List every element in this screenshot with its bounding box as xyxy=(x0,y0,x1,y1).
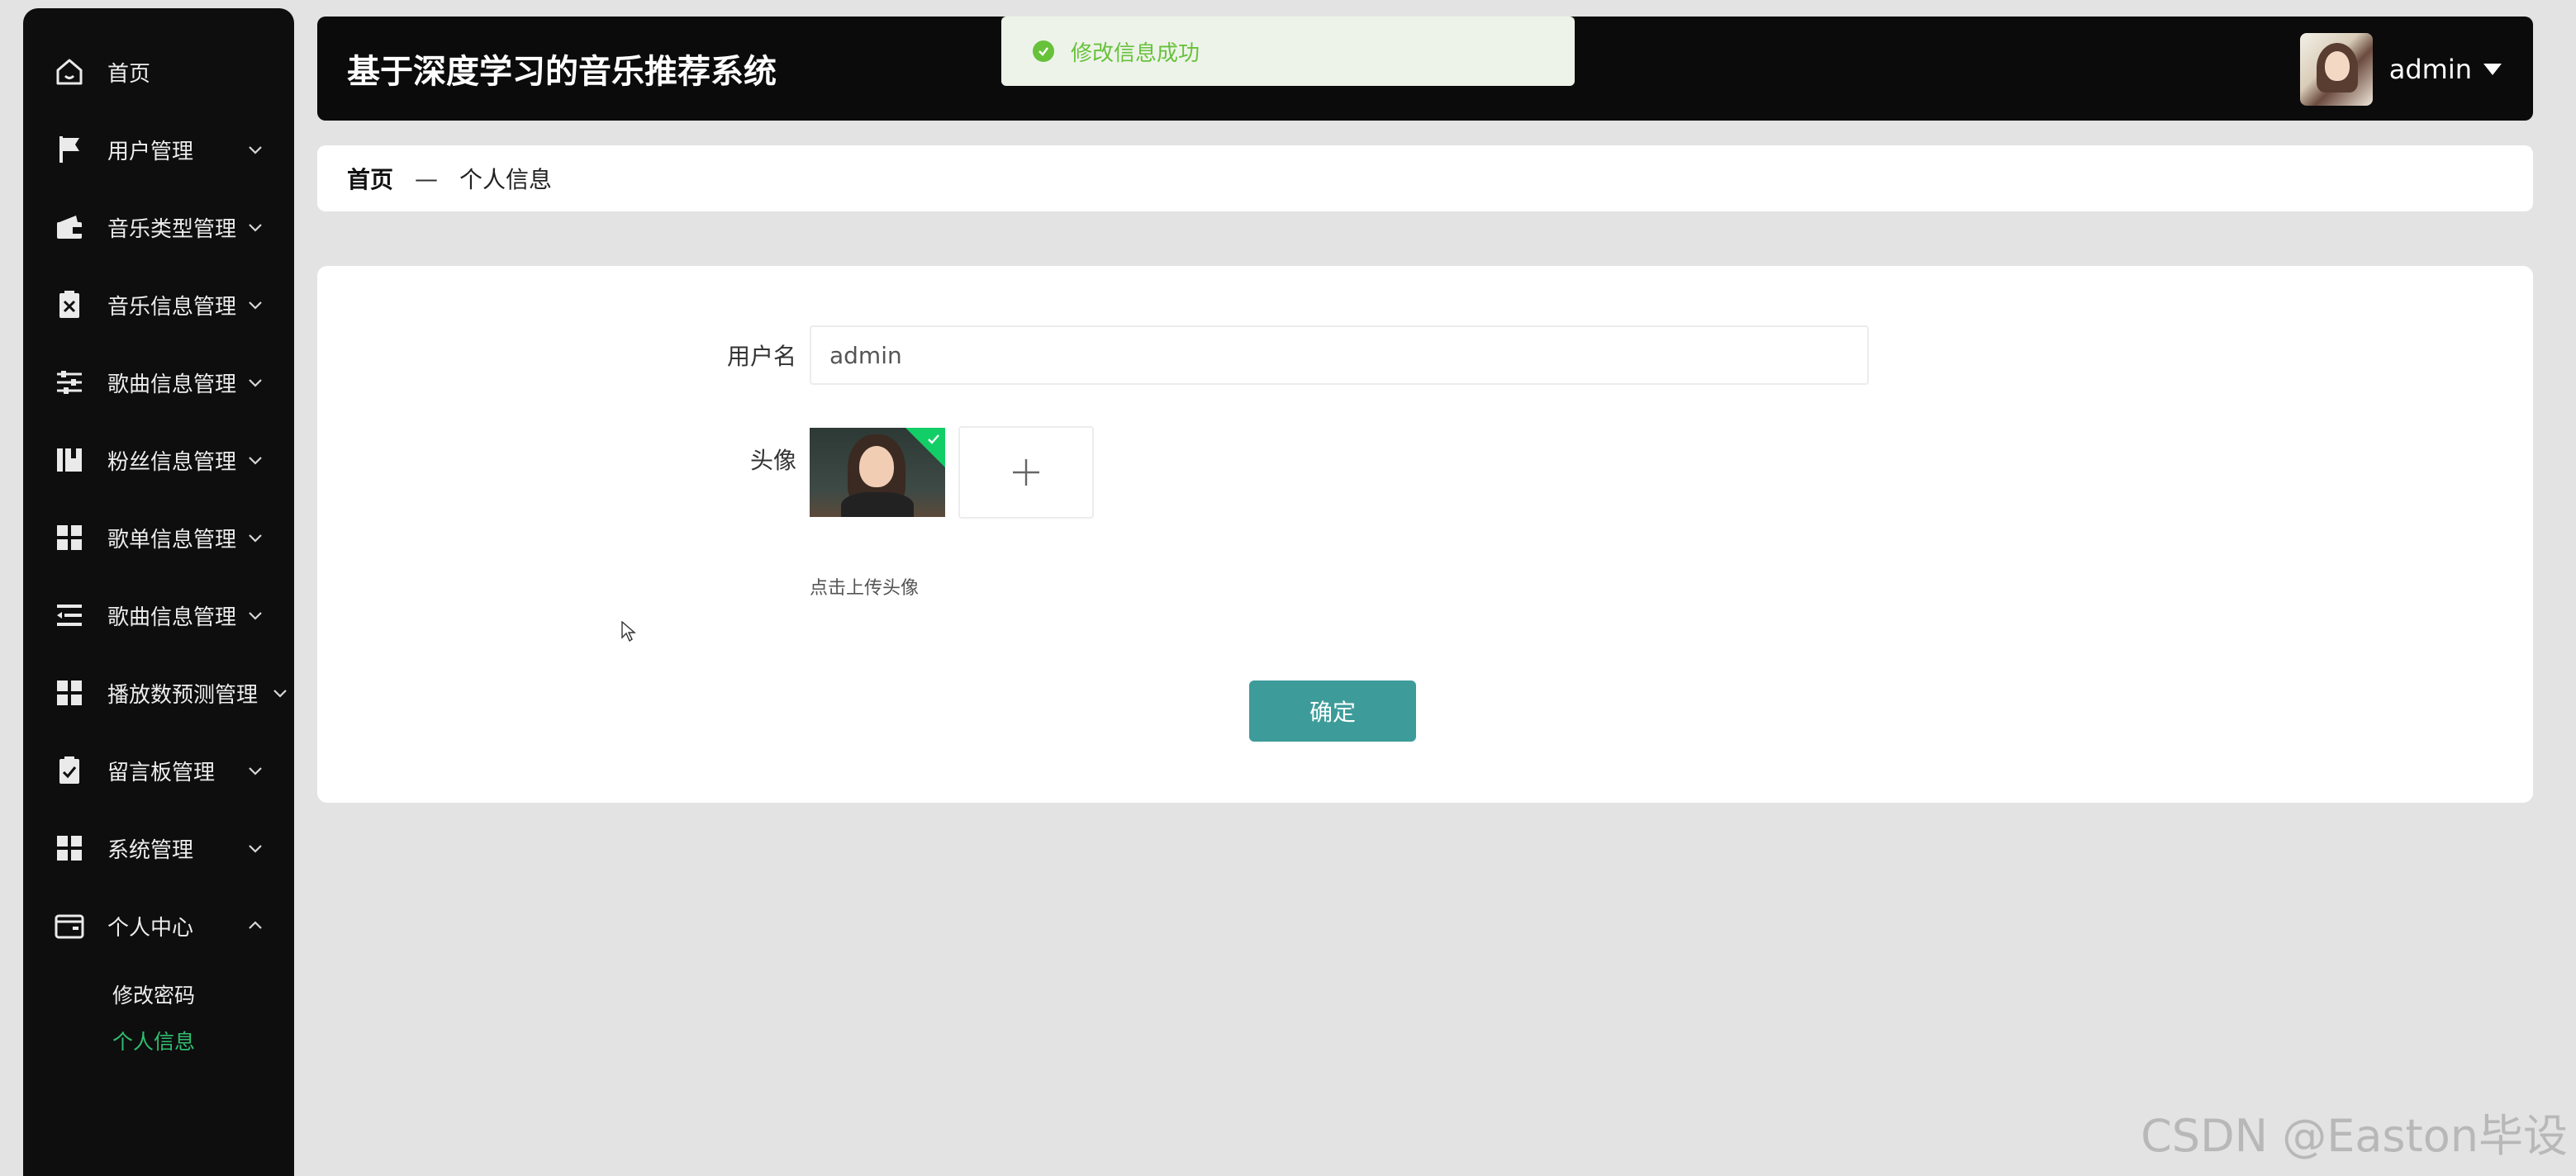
wallet-icon xyxy=(53,909,86,942)
chevron-down-icon xyxy=(246,606,264,624)
watermark: CSDN @Easton毕设 xyxy=(2141,1110,2568,1162)
sidebar-item-music-type-management[interactable]: 音乐类型管理 xyxy=(23,198,294,256)
clipboard-x-icon xyxy=(53,288,86,321)
sidebar: 首页 用户管理 音乐类型管理 音乐信息管理 歌曲信息管理 粉丝信息管理 歌单信息… xyxy=(23,8,294,1176)
sidebar-item-fan-info-management[interactable]: 粉丝信息管理 xyxy=(23,431,294,489)
sidebar-item-label: 个人中心 xyxy=(107,915,194,941)
avatar xyxy=(2299,33,2373,106)
wallet-icon xyxy=(53,211,86,244)
check-icon xyxy=(928,434,939,444)
sidebar-item-label: 留言板管理 xyxy=(107,760,216,785)
breadcrumb-home[interactable]: 首页 xyxy=(347,162,393,195)
sidebar-item-label: 音乐类型管理 xyxy=(107,216,237,242)
chevron-down-icon xyxy=(246,218,264,236)
chevron-up-icon xyxy=(246,917,264,935)
sidebar-item-play-prediction-management[interactable]: 播放数预测管理 xyxy=(23,664,294,722)
sidebar-item-label: 首页 xyxy=(107,61,151,87)
avatar-thumbnail[interactable] xyxy=(810,428,945,517)
breadcrumb: 首页 — 个人信息 xyxy=(317,145,2533,211)
sidebar-item-song-info-management-2[interactable]: 歌曲信息管理 xyxy=(23,586,294,644)
sidebar-item-personal-center[interactable]: 个人中心 xyxy=(23,897,294,955)
book-icon xyxy=(53,443,86,477)
chevron-down-icon xyxy=(246,761,264,780)
mouse-cursor-icon xyxy=(621,621,636,643)
app-title: 基于深度学习的音乐推荐系统 xyxy=(347,53,777,91)
chevron-down-icon xyxy=(246,140,264,159)
chevron-down-icon xyxy=(246,451,264,469)
sidebar-subitem-personal-info[interactable]: 个人信息 xyxy=(112,1026,195,1055)
username-label: 用户名 xyxy=(726,343,796,370)
check-circle-icon xyxy=(1033,40,1054,62)
clipboard-check-icon xyxy=(53,754,86,787)
sidebar-item-label: 粉丝信息管理 xyxy=(107,449,237,475)
personal-info-form: 用户名 头像 点击上传头像 确定 xyxy=(317,266,2533,803)
user-name: admin xyxy=(2388,54,2472,85)
chevron-down-icon xyxy=(246,296,264,314)
upload-tip: 点击上传头像 xyxy=(810,578,920,599)
chevron-down-icon xyxy=(246,373,264,391)
sliders-icon xyxy=(53,366,86,399)
sidebar-item-label: 用户管理 xyxy=(107,139,194,164)
avatar-label: 头像 xyxy=(749,447,796,474)
sidebar-item-label: 音乐信息管理 xyxy=(107,294,237,320)
flag-icon xyxy=(53,133,86,166)
sidebar-item-message-board-management[interactable]: 留言板管理 xyxy=(23,742,294,799)
list-icon xyxy=(53,599,86,632)
success-toast: 修改信息成功 xyxy=(1001,17,1575,86)
grid-icon xyxy=(53,521,86,554)
chevron-down-icon xyxy=(246,529,264,547)
sidebar-item-label: 歌单信息管理 xyxy=(107,527,237,552)
sidebar-item-playlist-info-management[interactable]: 歌单信息管理 xyxy=(23,509,294,567)
sidebar-item-label: 歌曲信息管理 xyxy=(107,372,237,397)
sidebar-item-music-info-management[interactable]: 音乐信息管理 xyxy=(23,276,294,334)
sidebar-item-system-management[interactable]: 系统管理 xyxy=(23,819,294,877)
confirm-button[interactable]: 确定 xyxy=(1249,680,1416,742)
sidebar-item-label: 播放数预测管理 xyxy=(107,682,259,708)
grid-icon xyxy=(53,676,86,709)
username-input[interactable] xyxy=(810,325,1869,385)
home-icon xyxy=(53,55,86,88)
sidebar-item-home[interactable]: 首页 xyxy=(23,43,294,101)
breadcrumb-current: 个人信息 xyxy=(459,166,553,193)
toast-message: 修改信息成功 xyxy=(1071,40,1200,66)
chevron-down-icon xyxy=(271,684,289,702)
caret-down-icon xyxy=(2483,64,2502,75)
plus-icon xyxy=(1013,459,1039,486)
chevron-down-icon xyxy=(246,839,264,857)
sidebar-item-user-management[interactable]: 用户管理 xyxy=(23,121,294,178)
upload-avatar-button[interactable] xyxy=(958,426,1094,519)
sidebar-item-label: 歌曲信息管理 xyxy=(107,605,237,630)
user-menu[interactable]: admin xyxy=(2299,33,2502,106)
sidebar-item-song-info-management[interactable]: 歌曲信息管理 xyxy=(23,353,294,411)
grid-icon xyxy=(53,832,86,865)
sidebar-item-label: 系统管理 xyxy=(107,837,194,863)
breadcrumb-separator: — xyxy=(415,164,439,192)
sidebar-subitem-change-password[interactable]: 修改密码 xyxy=(112,979,195,1009)
